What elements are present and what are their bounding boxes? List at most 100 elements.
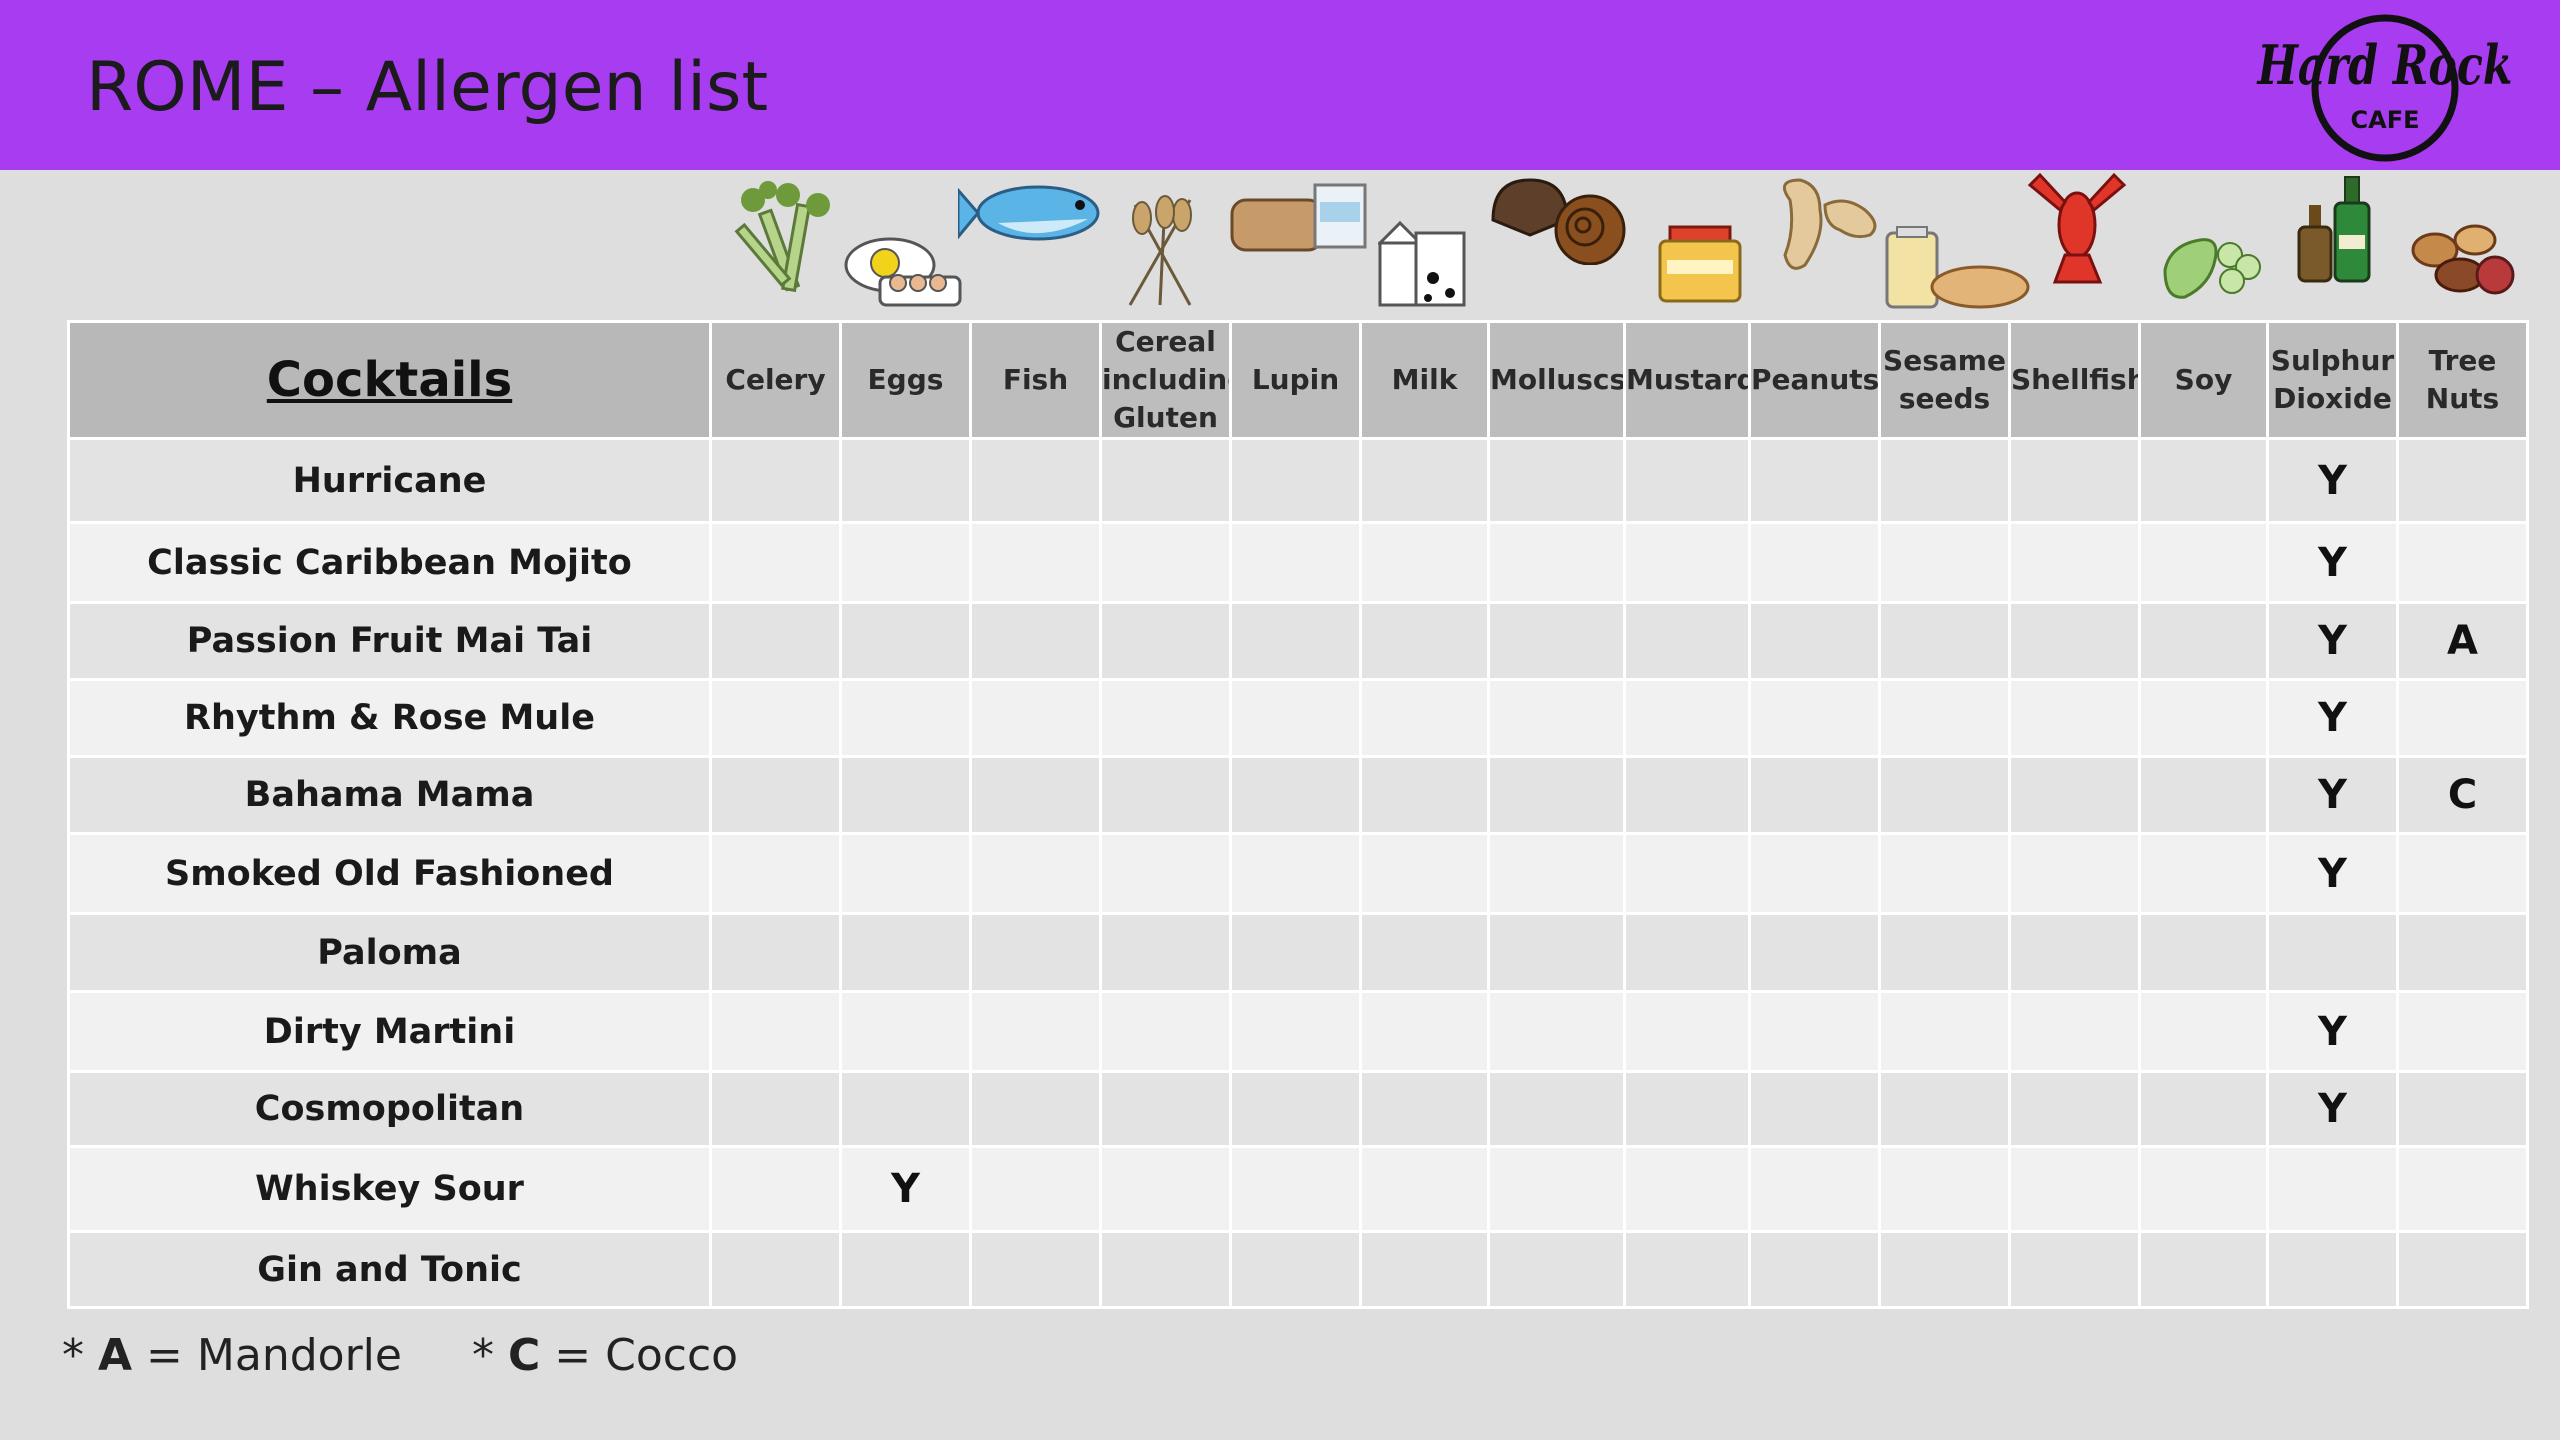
allergen-cell [2141, 1233, 2269, 1309]
column-header: Fish [972, 320, 1102, 440]
table-row: Smoked Old Fashioned Y [67, 835, 2529, 915]
allergen-cell [1362, 1073, 1490, 1148]
allergen-cell [712, 604, 842, 681]
column-header-line: Mustard [1626, 363, 1751, 396]
allergen-cell [1626, 681, 1751, 758]
allergen-cell [1626, 835, 1751, 915]
milk-icon [1378, 220, 1466, 307]
allergen-cell [1362, 604, 1490, 681]
allergen-cell [1490, 835, 1626, 915]
allergen-cell [842, 835, 972, 915]
allergen-table: Cocktails Celery Eggs Fish Cereal including G… [67, 320, 2529, 1309]
allergen-cell [1490, 440, 1626, 524]
allergen-cell [1232, 681, 1362, 758]
cocktail-name: Smoked Old Fashioned [67, 835, 712, 915]
column-header: Sesame seeds [1881, 320, 2011, 440]
cocktail-name: Whiskey Sour [67, 1148, 712, 1233]
table-row: Passion Fruit Mai Tai Y A [67, 604, 2529, 681]
column-header-line: Molluscs [1490, 363, 1626, 396]
allergen-cell [1102, 1233, 1232, 1309]
allergen-cell [712, 993, 842, 1073]
cocktail-name: Paloma [67, 915, 712, 993]
sesame-icon [1885, 226, 2030, 309]
allergen-cell [1232, 915, 1362, 993]
allergen-cell [2011, 1233, 2141, 1309]
hard-rock-cafe-logo: Hard Rock CAFE [2250, 6, 2520, 166]
table-row: Paloma [67, 915, 2529, 993]
allergen-cell [2269, 1233, 2399, 1309]
column-header: Eggs [842, 320, 972, 440]
allergen-cell [1881, 440, 2011, 524]
column-header-line: Milk [1391, 363, 1458, 396]
allergen-icons [0, 170, 2560, 320]
allergen-cell: A [2399, 604, 2529, 681]
allergen-cell [1102, 604, 1232, 681]
allergen-cell [2269, 1148, 2399, 1233]
cocktail-name: Bahama Mama [67, 758, 712, 835]
allergen-cell [2269, 915, 2399, 993]
allergen-cell [2011, 604, 2141, 681]
allergen-cell [712, 1148, 842, 1233]
allergen-cell [1362, 1148, 1490, 1233]
allergen-cell [2011, 681, 2141, 758]
allergen-cell [1362, 758, 1490, 835]
allergen-cell [1102, 440, 1232, 524]
allergen-cell [2399, 440, 2529, 524]
mustard-icon [1658, 225, 1742, 303]
allergen-cell [2399, 993, 2529, 1073]
allergen-cell [1881, 835, 2011, 915]
allergen-cell [1881, 1148, 2011, 1233]
cocktails-header: Cocktails [67, 320, 712, 440]
cocktail-name: Cosmopolitan [67, 1073, 712, 1148]
allergen-cell: Y [2269, 835, 2399, 915]
allergen-cell [2141, 524, 2269, 604]
bottles-icon [2297, 176, 2371, 283]
allergen-cell [1232, 524, 1362, 604]
column-header: Soy [2141, 320, 2269, 440]
allergen-cell [1102, 835, 1232, 915]
allergen-cell [1232, 993, 1362, 1073]
allergen-cell [1490, 1233, 1626, 1309]
column-header-line: Cereal [1115, 325, 1216, 358]
column-header-line: Fish [1002, 363, 1069, 396]
allergen-cell [712, 681, 842, 758]
allergen-cell [1881, 915, 2011, 993]
allergen-cell [712, 1073, 842, 1148]
allergen-cell [1626, 993, 1751, 1073]
allergen-cell [1102, 758, 1232, 835]
allergen-cell [842, 758, 972, 835]
table-row: Rhythm & Rose Mule Y [67, 681, 2529, 758]
allergen-cell [1232, 1148, 1362, 1233]
allergen-cell [1881, 524, 2011, 604]
allergen-cell [2141, 758, 2269, 835]
allergen-cell [2141, 915, 2269, 993]
allergen-cell [1626, 758, 1751, 835]
allergen-cell [1751, 1233, 1881, 1309]
cocktail-name: Rhythm & Rose Mule [67, 681, 712, 758]
allergen-cell: Y [2269, 604, 2399, 681]
allergen-cell [1232, 1233, 1362, 1309]
column-header: Mustard [1626, 320, 1751, 440]
header-bar: ROME – Allergen list Hard Rock CAFE [0, 0, 2560, 170]
allergen-cell [972, 835, 1102, 915]
allergen-cell [2399, 1073, 2529, 1148]
column-header: Cereal including Gluten [1102, 320, 1232, 440]
allergen-cell: Y [842, 1148, 972, 1233]
svg-text:CAFE: CAFE [2351, 106, 2420, 134]
allergen-cell [1626, 1148, 1751, 1233]
allergen-cell [1490, 1148, 1626, 1233]
allergen-cell [1232, 440, 1362, 524]
allergen-cell [712, 440, 842, 524]
allergen-cell [842, 993, 972, 1073]
allergen-cell [972, 1073, 1102, 1148]
column-header-line: Nuts [2425, 382, 2500, 415]
table-row: Classic Caribbean Mojito Y [67, 524, 2529, 604]
allergen-cell [1626, 915, 1751, 993]
allergen-cell [1751, 681, 1881, 758]
allergen-cell [1232, 1073, 1362, 1148]
allergen-cell [2399, 1148, 2529, 1233]
cocktail-name: Gin and Tonic [67, 1233, 712, 1309]
wheat-icon [1128, 195, 1192, 306]
column-header-line: Tree [2428, 344, 2497, 377]
allergen-cell [1626, 524, 1751, 604]
